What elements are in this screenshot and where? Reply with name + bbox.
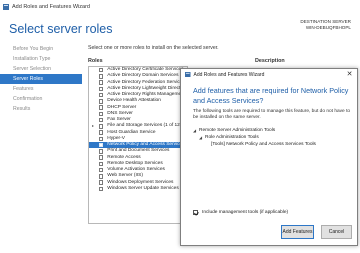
nav-item-server-selection[interactable]: Server Selection [0, 64, 82, 74]
destination-server-name: WIN-DEBUQFBHOPL [305, 25, 351, 30]
role-checkbox[interactable] [99, 92, 104, 98]
wizard-app-icon [3, 3, 9, 10]
page-title: Select server roles [9, 22, 113, 36]
nav-item-results[interactable]: Results [0, 104, 82, 114]
tree-item-npas-tools: [Tools] Network Policy and Access Servic… [193, 141, 351, 148]
instruction-text: Select one or more roles to install on t… [88, 45, 219, 51]
roles-list[interactable]: Active Directory Certificate Services Ac… [88, 66, 188, 224]
role-checkbox[interactable] [99, 111, 104, 117]
add-features-dialog: Add Roles and Features Wizard ✕ Add feat… [180, 68, 358, 246]
role-checkbox[interactable] [99, 86, 104, 92]
role-checkbox[interactable] [99, 180, 104, 185]
role-checkbox[interactable] [99, 74, 104, 79]
role-checkbox[interactable] [99, 105, 104, 110]
include-tools-label: Include management tools (if applicable) [202, 210, 289, 215]
tree-label: [Tools] Network Policy and Access Servic… [211, 142, 316, 147]
dialog-heading: Add features that are required for Netwo… [193, 86, 349, 105]
cancel-button[interactable]: Cancel [321, 225, 352, 239]
close-icon[interactable]: ✕ [345, 70, 354, 79]
include-tools-checkbox[interactable] [193, 210, 198, 215]
role-checkbox[interactable] [99, 149, 104, 154]
role-checkbox[interactable] [99, 142, 104, 148]
role-checkbox[interactable] [99, 174, 104, 179]
nav-item-before-you-begin[interactable]: Before You Begin [0, 44, 82, 54]
roles-header: Roles [88, 58, 103, 64]
dialog-app-icon [185, 71, 191, 78]
collapse-arrow-icon[interactable]: ◢ [199, 134, 203, 141]
role-checkbox[interactable] [99, 80, 104, 85]
role-checkbox[interactable] [99, 124, 104, 129]
expand-arrow-icon[interactable]: ▸ [92, 123, 94, 129]
tree-label: Role Administration Tools [205, 135, 259, 140]
wizard-title: Add Roles and Features Wizard [12, 3, 90, 10]
nav-item-installation-type[interactable]: Installation Type [0, 54, 82, 64]
role-checkbox[interactable] [99, 161, 104, 167]
collapse-arrow-icon[interactable]: ◢ [193, 127, 197, 134]
include-management-tools[interactable]: Include management tools (if applicable) [193, 210, 288, 215]
tree-item-rsat[interactable]: ◢ Remote Server Administration Tools [193, 127, 351, 134]
add-features-button[interactable]: Add Features [281, 225, 314, 239]
wizard-header: Select server roles DESTINATION SERVER W… [0, 13, 360, 43]
required-features-tree: ◢ Remote Server Administration Tools ◢ Rol… [193, 127, 351, 197]
dialog-titlebar: Add Roles and Features Wizard ✕ [181, 69, 357, 80]
nav-item-confirmation[interactable]: Confirmation [0, 94, 82, 104]
role-checkbox[interactable] [99, 136, 104, 142]
role-checkbox[interactable] [99, 186, 104, 192]
tree-item-role-admin-tools[interactable]: ◢ Role Administration Tools [193, 134, 351, 141]
dialog-description: The following tools are required to mana… [193, 109, 351, 121]
wizard-nav: Before You Begin Installation Type Serve… [0, 44, 82, 253]
role-checkbox[interactable] [99, 117, 104, 123]
role-checkbox[interactable] [99, 130, 104, 135]
role-checkbox[interactable] [99, 67, 104, 73]
dialog-title: Add Roles and Features Wizard [193, 71, 265, 78]
tree-label: Remote Server Administration Tools [199, 128, 276, 133]
role-file-storage[interactable]: ▸ File and Storage Services (1 of 12 [89, 123, 187, 129]
wizard-titlebar: Add Roles and Features Wizard [0, 0, 360, 13]
role-checkbox[interactable] [99, 99, 104, 104]
role-checkbox[interactable] [99, 155, 104, 160]
role-windows-update[interactable]: Windows Server Update Services [89, 186, 187, 192]
description-header: Description [255, 58, 285, 64]
destination-server-info: DESTINATION SERVER WIN-DEBUQFBHOPL [300, 19, 351, 31]
role-label: File and Storage Services (1 of 12 [107, 123, 180, 129]
role-checkbox[interactable] [99, 167, 104, 173]
role-label: Windows Server Update Services [107, 185, 179, 191]
nav-item-features[interactable]: Features [0, 84, 82, 94]
nav-item-server-roles[interactable]: Server Roles [0, 74, 82, 84]
